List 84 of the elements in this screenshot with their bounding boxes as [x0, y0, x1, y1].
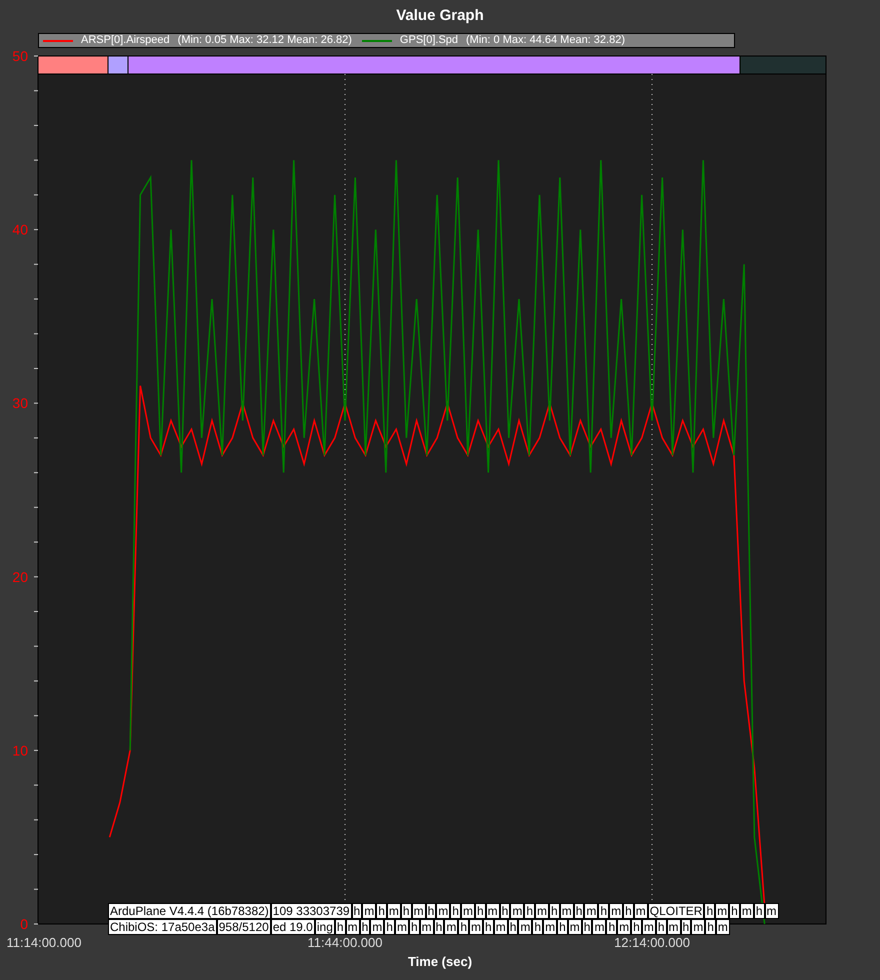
message-label: QLOITER: [648, 903, 704, 919]
y-axis-label: 30: [12, 395, 28, 412]
message-label: m: [666, 919, 680, 935]
message-label: m: [444, 919, 458, 935]
message-label: m: [469, 919, 483, 935]
y-axis-label: 0: [20, 916, 28, 932]
message-label: m: [494, 919, 508, 935]
message-label: h: [434, 919, 444, 935]
message-label: h: [426, 903, 436, 919]
legend-stats: (Min: 0 Max: 44.64 Mean: 32.82): [466, 35, 625, 46]
message-label: m: [510, 903, 524, 919]
x-axis-label: 12:14:00.000: [614, 935, 690, 950]
message-label: m: [543, 919, 558, 935]
message-label: h: [360, 919, 370, 935]
message-label: m: [535, 903, 550, 919]
message-label: 109 33303739: [270, 903, 352, 919]
message-label: h: [557, 919, 568, 935]
message-label: h: [458, 919, 469, 935]
message-label: h: [532, 919, 544, 935]
message-label: m: [584, 903, 598, 919]
y-axis-label: 40: [12, 222, 28, 238]
message-label: m: [609, 903, 624, 919]
message-label: h: [606, 919, 618, 935]
legend-stats: (Min: 0.05 Max: 32.12 Mean: 26.82): [178, 35, 352, 46]
message-label: h: [704, 903, 716, 919]
message-label: h: [582, 919, 592, 935]
message-label: h: [508, 919, 518, 935]
message-label: m: [715, 903, 730, 919]
x-axis-label: 11:14:00.000: [6, 935, 82, 950]
message-label: h: [729, 903, 740, 919]
message-label: m: [420, 919, 434, 935]
message-label: m: [764, 903, 779, 919]
message-label: m: [740, 903, 754, 919]
message-label: m: [592, 919, 606, 935]
message-label: m: [560, 903, 574, 919]
message-label: h: [500, 903, 510, 919]
message-label: h: [352, 903, 362, 919]
message-label: h: [450, 903, 461, 919]
y-axis-label: 10: [12, 742, 28, 758]
message-label: ed 19.0: [270, 919, 315, 935]
message-label: h: [598, 903, 610, 919]
message-label: m: [460, 903, 475, 919]
message-label: h: [524, 903, 536, 919]
message-label: m: [370, 919, 384, 935]
message-label: h: [376, 903, 387, 919]
chart-title: Value Graph: [396, 6, 484, 26]
message-label: m: [386, 903, 401, 919]
legend-label: GPS[0].Spd: [400, 35, 458, 46]
message-label: h: [680, 919, 692, 935]
message-label: m: [346, 919, 360, 935]
message-label: m: [518, 919, 532, 935]
message-label: m: [436, 903, 450, 919]
message-label: h: [549, 903, 560, 919]
message-label: m: [634, 903, 648, 919]
message-label: m: [642, 919, 656, 935]
x-axis-label: 11:44:00.000: [308, 935, 382, 950]
message-label: m: [394, 919, 409, 935]
message-label: m: [716, 919, 730, 935]
message-label: h: [623, 903, 634, 919]
message-label: m: [568, 919, 582, 935]
x-axis-title: Time (sec): [408, 953, 472, 971]
message-label: ing: [314, 919, 335, 935]
message-label: ArduPlane V4.4.4 (16b78382): [108, 903, 271, 919]
message-label: m: [362, 903, 376, 919]
message-label: h: [631, 919, 642, 935]
message-label: m: [617, 919, 632, 935]
legend-label: ARSP[0].Airspeed: [81, 35, 170, 46]
message-label: m: [486, 903, 500, 919]
message-label: h: [384, 919, 395, 935]
message-label: h: [754, 903, 765, 919]
message-label: h: [400, 903, 412, 919]
y-axis-label: 50: [12, 50, 28, 64]
message-label: h: [483, 919, 494, 935]
message-label: h: [705, 919, 716, 935]
message-label: h: [474, 903, 486, 919]
message-label: m: [691, 919, 706, 935]
message-label: m: [412, 903, 426, 919]
y-axis-label: 20: [12, 568, 28, 585]
message-label: h: [656, 919, 666, 935]
message-label: ChibiOS: 17a50e3a: [108, 919, 217, 935]
message-label: h: [574, 903, 584, 919]
message-label: h: [408, 919, 420, 935]
message-label: 958/5120: [216, 919, 271, 935]
message-label: h: [334, 919, 346, 935]
